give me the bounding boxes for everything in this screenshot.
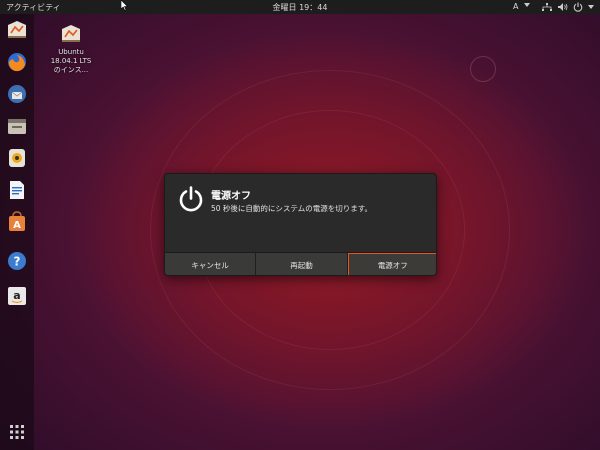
desktop-icon-label-line: 18.04.1 LTS [50,57,92,65]
clock[interactable]: 金曜日 19：44 [0,2,600,13]
apps-grid-icon[interactable] [9,424,25,440]
power-icon [179,186,203,212]
chevron-down-icon[interactable] [588,5,594,9]
rhythmbox-icon[interactable] [6,147,28,169]
help-icon[interactable]: ? [6,250,28,272]
firefox-icon[interactable] [6,51,28,73]
file-manager-icon[interactable] [6,115,28,137]
thunderbird-icon[interactable] [6,83,28,105]
libreoffice-writer-icon[interactable] [6,179,28,201]
svg-text:a: a [13,289,20,302]
cancel-button[interactable]: キャンセル [165,253,257,275]
power-off-button[interactable]: 電源オフ [347,253,436,275]
software-center-icon[interactable]: A [6,211,28,233]
svg-text:?: ? [14,255,21,269]
desktop-icon-label: Ubuntu 18.04.1 LTS のインス... [46,48,96,75]
dock: A ? a [0,14,34,450]
restart-button[interactable]: 再起動 [256,253,348,275]
input-method-indicator[interactable]: A [513,2,518,11]
dialog-message: 50 秒後に自動的にシステムの電源を切ります。 [211,204,372,213]
files-install-icon[interactable] [6,19,28,41]
desktop-icon-label-line: のインス... [53,66,89,74]
wallpaper-arc [470,56,496,82]
mouse-cursor-icon [121,0,129,11]
network-icon[interactable] [542,3,552,11]
desktop-installer-shortcut[interactable]: Ubuntu 18.04.1 LTS のインス... [46,22,96,75]
top-bar: アクティビティ 金曜日 19：44 A [0,0,600,14]
svg-text:A: A [13,220,21,231]
volume-icon[interactable] [558,3,568,11]
desktop-icon-label-line: Ubuntu [58,48,84,56]
amazon-icon[interactable]: a [6,285,28,307]
power-icon[interactable] [573,2,583,12]
dialog-button-row: キャンセル 再起動 電源オフ [165,252,436,275]
power-off-dialog: 電源オフ 50 秒後に自動的にシステムの電源を切ります。 キャンセル 再起動 電… [164,173,437,276]
dialog-title: 電源オフ [211,191,251,202]
installer-icon [62,25,80,42]
chevron-down-icon[interactable] [524,3,530,7]
